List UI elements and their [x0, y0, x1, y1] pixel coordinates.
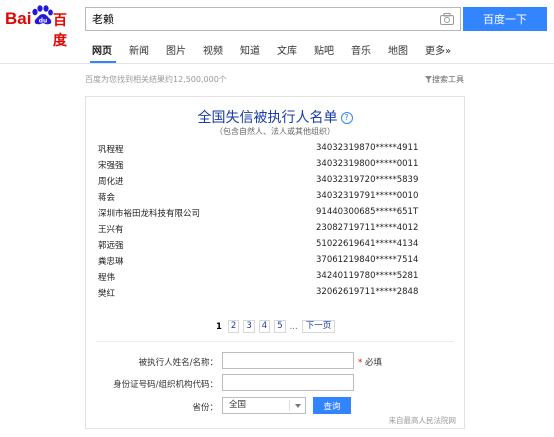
person-id: 51022619641*****4134: [316, 239, 419, 249]
source-link[interactable]: 来自最高人民法院网: [389, 415, 457, 426]
page-current: 1: [216, 321, 222, 332]
list-item[interactable]: 巩程程 34032319870*****4911: [98, 143, 454, 159]
required-note: * 必填: [358, 356, 382, 368]
query-button[interactable]: 查询: [313, 397, 351, 414]
list-item[interactable]: 周化进 34032319720*****5839: [98, 175, 454, 191]
name-input[interactable]: [222, 352, 354, 369]
page-link-5[interactable]: 5: [274, 320, 286, 333]
nav-tabs: 网页 新闻 图片 视频 知道 文库 贴吧 音乐 地图 更多»: [92, 42, 451, 60]
id-input[interactable]: [222, 374, 354, 391]
list-item[interactable]: 宋强强 34032319800*****0011: [98, 159, 454, 175]
person-name: 深圳市裕田龙科技有限公司: [98, 209, 201, 219]
tab-tieba[interactable]: 贴吧: [314, 42, 334, 60]
list-item[interactable]: 郭远强 51022619641*****4134: [98, 239, 454, 255]
person-id: 34032319870*****4911: [316, 143, 419, 153]
search-input[interactable]: [92, 11, 422, 27]
chevron-down-icon: [295, 404, 301, 408]
list-item[interactable]: 蒋会 34032319791*****0010: [98, 191, 454, 207]
tab-more[interactable]: 更多»: [425, 42, 451, 60]
logo-text-baidu-cn: 百度: [53, 13, 67, 49]
help-icon[interactable]: ?: [340, 112, 353, 124]
baidu-logo[interactable]: Bai du 百度: [5, 3, 79, 49]
paw-icon: du: [32, 5, 53, 25]
person-name: 程伟: [98, 273, 116, 283]
person-id: 32062619711*****2848: [316, 287, 419, 297]
list-item[interactable]: 王兴有 23082719711*****4012: [98, 223, 454, 239]
card-title-text: 全国失信被执行人名单: [197, 110, 338, 126]
page-link-3[interactable]: 3: [243, 320, 255, 333]
province-value: 全国: [229, 400, 247, 410]
search-tools[interactable]: 搜索工具: [425, 74, 464, 85]
svg-text:du: du: [39, 18, 48, 25]
logo-text-bai: Bai: [5, 9, 32, 28]
tab-map[interactable]: 地图: [388, 42, 408, 60]
person-id: 34032319720*****5839: [316, 175, 419, 185]
next-page-link[interactable]: 下一页: [301, 320, 336, 333]
person-id: 34240119780*****5281: [316, 271, 419, 281]
pagination: 1 2 3 4 5 ... 下一页: [216, 320, 336, 333]
person-name: 粪忠琳: [98, 257, 124, 267]
person-name: 蒋会: [98, 193, 116, 203]
person-name: 周化进: [98, 177, 124, 187]
list-item[interactable]: 樊红 32062619711*****2848: [98, 287, 454, 303]
dishonest-list-card: 全国失信被执行人名单? （包含自然人、法人或其他组织） 巩程程 34032319…: [85, 96, 465, 429]
person-id: 37061219840*****7514: [316, 255, 419, 265]
card-subtitle: （包含自然人、法人或其他组织）: [215, 127, 335, 136]
list-item[interactable]: 粪忠琳 37061219840*****7514: [98, 255, 454, 271]
filter-icon: [425, 76, 432, 83]
tab-news[interactable]: 新闻: [129, 42, 149, 60]
person-id: 34032319791*****0010: [316, 191, 419, 201]
tab-zhidao[interactable]: 知道: [240, 42, 260, 60]
search-button[interactable]: 百度一下: [463, 7, 547, 31]
nav-divider: [0, 63, 554, 64]
result-count: 百度为您找到相关结果约12,500,000个: [85, 75, 227, 84]
list-item[interactable]: 程伟 34240119780*****5281: [98, 271, 454, 287]
person-name: 巩程程: [98, 145, 124, 155]
search-tools-label: 搜索工具: [432, 75, 464, 84]
person-id: 91440300685*****651T: [316, 207, 419, 217]
person-id: 23082719711*****4012: [316, 223, 419, 233]
required-text: 必填: [364, 358, 382, 368]
name-label: 被执行人姓名/名称：: [138, 358, 218, 368]
person-name: 宋强强: [98, 161, 124, 171]
camera-icon[interactable]: [440, 13, 454, 25]
tab-video[interactable]: 视频: [203, 42, 223, 60]
form-divider: [96, 341, 454, 342]
page-link-4[interactable]: 4: [258, 320, 271, 333]
id-label: 身份证号码/组织机构代码：: [113, 380, 218, 390]
person-name: 樊红: [98, 289, 116, 299]
select-divider: [289, 400, 290, 411]
person-name: 王兴有: [98, 225, 124, 235]
person-id: 34032319800*****0011: [316, 159, 419, 169]
province-select[interactable]: 全国: [222, 397, 306, 414]
tab-music[interactable]: 音乐: [351, 42, 371, 60]
page-link-2[interactable]: 2: [227, 320, 240, 333]
page-ellipsis: ...: [289, 321, 298, 332]
province-label: 省份：: [192, 403, 218, 413]
tab-wenku[interactable]: 文库: [277, 42, 297, 60]
tab-images[interactable]: 图片: [166, 42, 186, 60]
person-name: 郭远强: [98, 241, 124, 251]
card-title[interactable]: 全国失信被执行人名单?: [86, 107, 464, 127]
search-box: [85, 7, 461, 31]
tab-web[interactable]: 网页: [92, 42, 112, 60]
list-item[interactable]: 深圳市裕田龙科技有限公司 91440300685*****651T: [98, 207, 454, 223]
required-star: *: [358, 358, 363, 368]
